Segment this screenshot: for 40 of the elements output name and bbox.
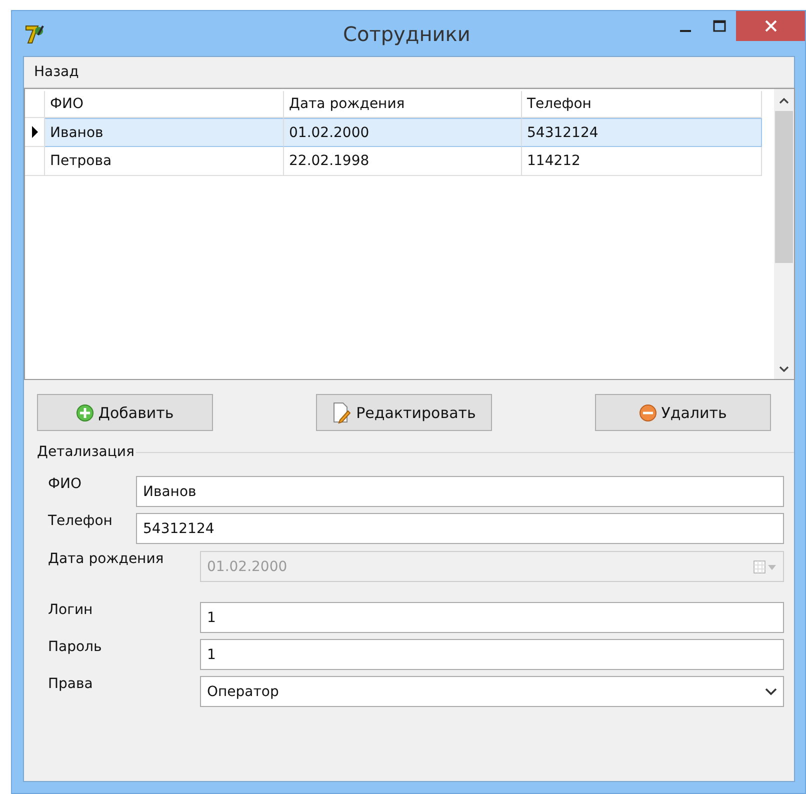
table-row[interactable]: Иванов 01.02.2000 54312124 xyxy=(25,118,774,147)
add-button[interactable]: Добавить xyxy=(37,394,213,431)
document-pencil-icon xyxy=(332,402,352,424)
field-label: Телефон xyxy=(48,513,114,529)
app-icon xyxy=(24,22,46,44)
maximize-icon xyxy=(712,20,726,32)
table-cell: 54312124 xyxy=(522,118,762,147)
input-field[interactable]: 54312124 xyxy=(136,513,784,544)
menu-item[interactable]: Назад xyxy=(24,64,89,80)
field-label: Права xyxy=(48,676,94,692)
scroll-up-icon[interactable] xyxy=(779,97,789,105)
table-row[interactable]: Петрова 22.02.1998 114212 xyxy=(25,147,774,176)
scroll-thumb[interactable] xyxy=(775,111,793,263)
row-header xyxy=(25,91,45,118)
input-field[interactable]: 1 xyxy=(200,639,784,670)
dropdown-field[interactable]: Оператор xyxy=(200,676,784,707)
chevron-down-icon xyxy=(765,688,777,696)
minimize-icon xyxy=(680,30,690,32)
close-button[interactable] xyxy=(736,11,805,41)
field-label: ФИО xyxy=(48,476,83,492)
scrollbar[interactable] xyxy=(774,89,794,379)
field-label: Логин xyxy=(48,602,94,618)
plus-icon xyxy=(76,404,94,422)
table-cell: 114212 xyxy=(522,147,762,176)
table-cell: Петрова xyxy=(45,147,284,176)
input-field[interactable]: Иванов xyxy=(136,476,784,507)
field-label: Дата рождения xyxy=(48,551,165,567)
current-row-icon xyxy=(30,126,38,138)
delete-button[interactable]: Удалить xyxy=(595,394,771,431)
input-field[interactable]: 1 xyxy=(200,602,784,633)
minus-icon xyxy=(639,404,658,422)
window-title: Сотрудники xyxy=(343,22,470,46)
edit-button[interactable]: Редактировать xyxy=(316,394,492,431)
close-icon xyxy=(764,20,776,32)
table-cell: Иванов xyxy=(45,118,284,147)
table-cell: 01.02.2000 xyxy=(284,118,522,147)
scroll-down-icon[interactable] xyxy=(779,365,789,373)
field-label: Пароль xyxy=(48,639,103,655)
table-cell: 22.02.1998 xyxy=(284,147,522,176)
group-title: Детализация xyxy=(36,444,136,460)
